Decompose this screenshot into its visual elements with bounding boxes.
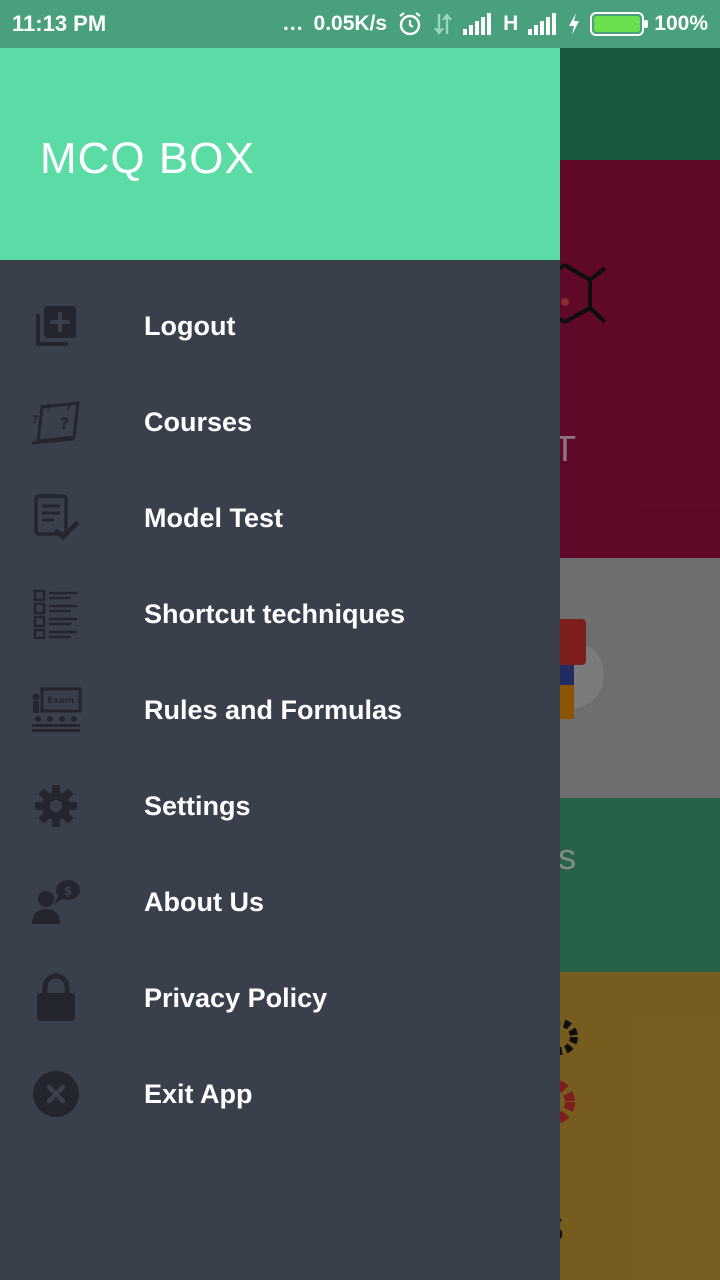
svg-text:?: ? (32, 413, 38, 426)
menu-item-label: Settings (144, 790, 251, 821)
svg-text:?: ? (66, 404, 71, 414)
menu-item-label: Shortcut techniques (144, 598, 406, 629)
signal-icon (528, 13, 557, 35)
signal-icon (463, 13, 492, 35)
status-dots: ... (283, 12, 304, 35)
menu-item-label: Exit App (144, 1078, 253, 1109)
alarm-icon (399, 12, 421, 36)
gear-icon (30, 780, 82, 832)
status-time: 11:13 PM (12, 11, 107, 36)
menu-item-label: Courses (144, 406, 253, 437)
add-box-icon (30, 300, 82, 352)
menu-item-label: About Us (144, 886, 264, 917)
list-icon (30, 588, 82, 640)
menu-item-courses[interactable]: ? ? ? ? Courses (0, 374, 560, 470)
test-checklist-icon (30, 492, 82, 544)
courses-icon: ? ? ? ? (30, 396, 82, 448)
menu-item-label: Logout (144, 310, 236, 341)
data-arrows-icon (434, 13, 452, 35)
battery-text: 100% (654, 12, 708, 35)
menu-item-label: Rules and Formulas (144, 694, 403, 725)
lock-icon (30, 972, 82, 1024)
menu-item-exit-app[interactable]: Exit App (0, 1046, 560, 1142)
drawer-menu: Logout ? ? ? ? Courses Model Test Shortc… (0, 278, 560, 1142)
svg-text:$: $ (64, 884, 72, 898)
menu-item-rules-and-formulas[interactable]: Exam Rules and Formulas (0, 662, 560, 758)
person-speech-icon: $ (30, 876, 82, 928)
navigation-drawer: MCQ BOX Logout ? ? ? ? Courses Model Tes… (0, 0, 560, 1280)
menu-item-model-test[interactable]: Model Test (0, 470, 560, 566)
charging-icon (569, 13, 580, 35)
menu-item-settings[interactable]: Settings (0, 758, 560, 854)
menu-item-shortcut-techniques[interactable]: Shortcut techniques (0, 566, 560, 662)
status-bar: 11:13 PM ... 0.05K/s H 100% (0, 0, 720, 48)
status-right: ... 0.05K/s H 100% (283, 11, 708, 37)
svg-text:?: ? (60, 414, 69, 433)
network-type: H (503, 12, 519, 35)
battery-icon (590, 12, 649, 36)
menu-item-about-us[interactable]: $ About Us (0, 854, 560, 950)
close-circle-icon (30, 1068, 82, 1120)
menu-item-privacy-policy[interactable]: Privacy Policy (0, 950, 560, 1046)
drawer-title: MCQ BOX (40, 134, 255, 183)
menu-item-label: Model Test (144, 502, 284, 533)
svg-text:?: ? (46, 403, 52, 414)
classroom-icon: Exam (30, 684, 82, 736)
menu-item-label: Privacy Policy (144, 982, 328, 1013)
battery-fill (594, 16, 641, 32)
menu-item-logout[interactable]: Logout (0, 278, 560, 374)
network-speed: 0.05K/s (313, 12, 388, 35)
svg-text:Exam: Exam (47, 696, 74, 706)
